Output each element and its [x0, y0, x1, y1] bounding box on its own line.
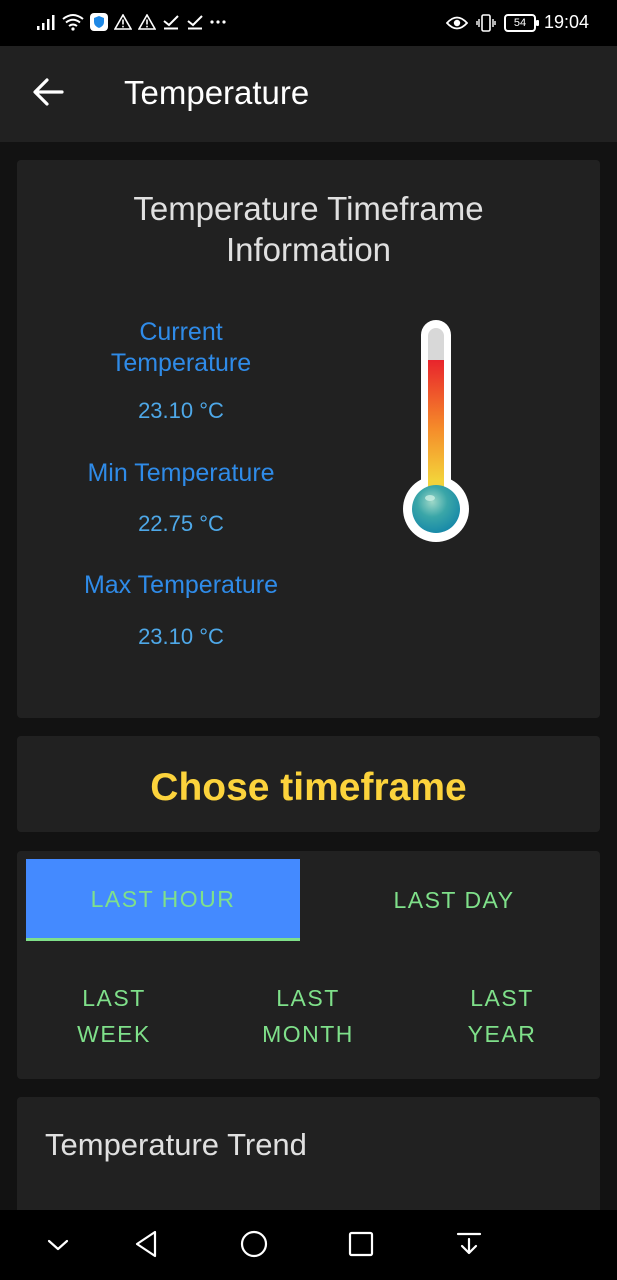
triangle-back-icon [133, 1230, 159, 1262]
shield-app-icon [90, 12, 108, 32]
nav-notifications-button[interactable] [449, 1226, 489, 1266]
battery-icon: 54 [503, 13, 539, 32]
square-recents-icon [348, 1231, 374, 1261]
current-temperature-label: Current Temperature [57, 317, 305, 379]
page-title: Temperature [124, 74, 310, 111]
check-icon [162, 12, 180, 32]
app-bar: Temperature [0, 46, 617, 142]
max-temperature-label: Max Temperature [83, 571, 279, 599]
max-temperature-value: 23.10 °C [138, 624, 224, 649]
timeframe-title: Chose timeframe [150, 766, 467, 809]
last-week-button[interactable]: LAST WEEK [35, 979, 193, 1053]
vibrate-icon [476, 13, 496, 33]
hide-nav-button[interactable] [38, 1226, 78, 1266]
chevron-down-icon [46, 1237, 70, 1256]
status-icons-right: 54 19:04 [445, 12, 589, 33]
status-bar: 54 19:04 [0, 0, 617, 46]
pull-down-icon [456, 1231, 482, 1261]
circle-home-icon [240, 1230, 268, 1262]
back-button[interactable] [26, 74, 70, 114]
nav-back-button[interactable] [126, 1226, 166, 1266]
timeframe-title-card: Chose timeframe [17, 736, 600, 832]
warning-icon [114, 12, 132, 32]
info-card-title-text: Temperature Timeframe Information [133, 190, 484, 268]
clock: 19:04 [543, 12, 589, 32]
thermometer-icon [401, 318, 471, 548]
timeframe-buttons-card: LAST HOUR LAST DAY LAST WEEK LAST MONTH … [17, 851, 600, 1079]
system-nav-bar [0, 1210, 617, 1280]
status-icons-left [36, 12, 226, 32]
warning-icon [138, 12, 156, 32]
temperature-info-card: Temperature Timeframe Information Curren… [17, 160, 600, 718]
more-icon [210, 12, 226, 32]
temperature-trend-card: Temperature Trend [17, 1097, 600, 1217]
eye-icon [445, 13, 468, 33]
signal-icon [36, 12, 56, 32]
nav-home-button[interactable] [234, 1226, 274, 1266]
min-temperature-value: 22.75 °C [138, 511, 224, 536]
wifi-icon [62, 12, 84, 32]
arrow-left-icon [32, 78, 64, 110]
current-temperature-value: 23.10 °C [138, 398, 224, 423]
check-icon [186, 12, 204, 32]
min-temperature-label: Min Temperature [87, 459, 275, 487]
last-year-button[interactable]: LAST YEAR [423, 979, 581, 1053]
current-temperature-label-text: Current Temperature [110, 318, 252, 377]
trend-title: Temperature Trend [45, 1127, 307, 1162]
last-day-button[interactable]: LAST DAY [317, 859, 591, 941]
last-month-button[interactable]: LAST MONTH [229, 979, 387, 1053]
last-hour-button[interactable]: LAST HOUR [26, 859, 300, 941]
info-card-title: Temperature Timeframe Information [17, 188, 600, 270]
nav-recents-button[interactable] [341, 1226, 381, 1266]
